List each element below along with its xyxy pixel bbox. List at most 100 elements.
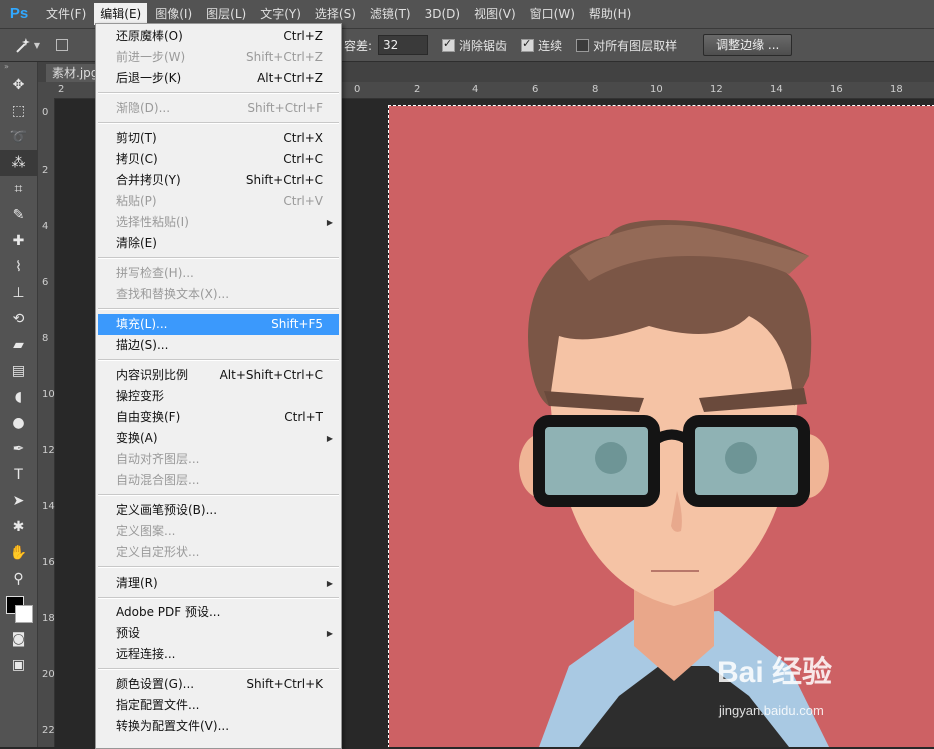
brush-tool-icon[interactable]: ⌇ bbox=[0, 254, 37, 280]
gradient-tool-icon[interactable]: ▤ bbox=[0, 358, 37, 384]
menu-item-purge[interactable]: 清理(R) ▶ bbox=[96, 573, 341, 594]
contiguous-label: 连续 bbox=[538, 38, 563, 53]
menu-image[interactable]: 图像(I) bbox=[149, 3, 198, 25]
dodge-tool-icon[interactable]: ● bbox=[0, 410, 37, 436]
menu-separator bbox=[98, 566, 339, 568]
ruler-label: 18 bbox=[890, 84, 903, 95]
color-swatches[interactable] bbox=[0, 592, 37, 626]
eraser-tool-icon[interactable]: ▰ bbox=[0, 332, 37, 358]
menu-view[interactable]: 视图(V) bbox=[468, 3, 522, 25]
ruler-label: 12 bbox=[710, 84, 723, 95]
ruler-label: 14 bbox=[770, 84, 783, 95]
pen-tool-icon[interactable]: ✒ bbox=[0, 436, 37, 462]
menu-select[interactable]: 选择(S) bbox=[309, 3, 362, 25]
menu-item-auto-blend-layers[interactable]: 自动混合图层... bbox=[96, 470, 341, 491]
menu-item-fade[interactable]: 渐隐(D)... Shift+Ctrl+F bbox=[96, 98, 341, 119]
tolerance-input[interactable]: 32 bbox=[378, 35, 429, 55]
ruler-label: 16 bbox=[42, 557, 55, 568]
healing-brush-tool-icon[interactable]: ✚ bbox=[0, 228, 37, 254]
ruler-label: 2 bbox=[58, 84, 65, 95]
ruler-label: 4 bbox=[42, 221, 49, 232]
menu-file[interactable]: 文件(F) bbox=[40, 3, 92, 25]
lasso-tool-icon[interactable]: ➰ bbox=[0, 124, 37, 150]
menu-separator bbox=[98, 494, 339, 496]
eyedropper-tool-icon[interactable]: ✎ bbox=[0, 202, 37, 228]
shape-tool-icon[interactable]: ✱ bbox=[0, 514, 37, 540]
ruler-label: 2 bbox=[414, 84, 421, 95]
menu-item-find-replace-text[interactable]: 查找和替换文本(X)... bbox=[96, 284, 341, 305]
zoom-tool-icon[interactable]: ⚲ bbox=[0, 566, 37, 592]
new-selection-icon[interactable] bbox=[56, 39, 68, 51]
sample-all-layers-checkbox[interactable] bbox=[576, 38, 590, 52]
panel-grip-icon[interactable]: » bbox=[0, 62, 37, 72]
antialias-checkbox[interactable] bbox=[442, 37, 456, 52]
menu-item-step-backward[interactable]: 后退一步(K) Alt+Ctrl+Z bbox=[96, 68, 341, 89]
screen-mode-icon[interactable]: ▣ bbox=[0, 652, 37, 678]
menu-3d[interactable]: 3D(D) bbox=[419, 3, 466, 25]
menu-item-content-aware-scale[interactable]: 内容识别比例 Alt+Shift+Ctrl+C bbox=[96, 365, 341, 386]
sample-all-layers-label: 对所有图层取样 bbox=[593, 38, 678, 53]
menu-item-adobe-pdf-presets[interactable]: Adobe PDF 预设... bbox=[96, 602, 341, 623]
menu-item-transform[interactable]: 变换(A) ▶ bbox=[96, 428, 341, 449]
baidu-jingyan-watermark: Bai 经验 jingyan.baidu.com bbox=[715, 645, 925, 725]
clone-stamp-tool-icon[interactable]: ⊥ bbox=[0, 280, 37, 306]
watermark-brand: Bai 经验 bbox=[717, 656, 833, 689]
type-tool-icon[interactable]: T bbox=[0, 462, 37, 488]
menu-separator bbox=[98, 308, 339, 310]
background-color-swatch[interactable] bbox=[15, 605, 33, 623]
contiguous-checkbox[interactable] bbox=[521, 37, 535, 52]
crop-tool-icon[interactable]: ⌗ bbox=[0, 176, 37, 202]
menu-separator bbox=[98, 668, 339, 670]
ruler-label: 0 bbox=[354, 84, 361, 95]
magic-wand-tool-preset[interactable]: ▼ bbox=[14, 32, 40, 58]
menu-item-cut[interactable]: 剪切(T) Ctrl+X bbox=[96, 128, 341, 149]
menu-edit[interactable]: 编辑(E) bbox=[94, 3, 148, 25]
menu-item-define-brush-preset[interactable]: 定义画笔预设(B)... bbox=[96, 500, 341, 521]
menu-layer[interactable]: 图层(L) bbox=[200, 3, 252, 25]
tools-panel: » ✥ ⬚ ➰ ⁂ ⌗ ✎ ✚ ⌇ ⊥ ⟲ ▰ ▤ ◖ ● ✒ T ➤ ✱ ✋ … bbox=[0, 62, 38, 747]
menu-help[interactable]: 帮助(H) bbox=[583, 3, 637, 25]
tolerance-label: 容差: bbox=[344, 38, 373, 53]
ruler-label: 14 bbox=[42, 501, 55, 512]
menu-item-presets[interactable]: 预设 ▶ bbox=[96, 623, 341, 644]
menu-item-convert-to-profile[interactable]: 转换为配置文件(V)... bbox=[96, 716, 341, 737]
path-selection-tool-icon[interactable]: ➤ bbox=[0, 488, 37, 514]
menu-item-fill[interactable]: 填充(L)... Shift+F5 bbox=[98, 314, 339, 335]
ruler-label: 8 bbox=[592, 84, 599, 95]
menu-item-stroke[interactable]: 描边(S)... bbox=[96, 335, 341, 356]
menu-item-free-transform[interactable]: 自由变换(F) Ctrl+T bbox=[96, 407, 341, 428]
menu-item-copy-merged[interactable]: 合并拷贝(Y) Shift+Ctrl+C bbox=[96, 170, 341, 191]
refine-edge-button[interactable]: 调整边缘 ... bbox=[703, 34, 793, 56]
menu-item-copy[interactable]: 拷贝(C) Ctrl+C bbox=[96, 149, 341, 170]
edit-menu-dropdown: 还原魔棒(O) Ctrl+Z 前进一步(W) Shift+Ctrl+Z 后退一步(K… bbox=[95, 23, 342, 749]
marquee-tool-icon[interactable]: ⬚ bbox=[0, 98, 37, 124]
menu-item-step-forward[interactable]: 前进一步(W) Shift+Ctrl+Z bbox=[96, 47, 341, 68]
menu-item-paste-special[interactable]: 选择性粘贴(I) ▶ bbox=[96, 212, 341, 233]
menu-item-puppet-warp[interactable]: 操控变形 bbox=[96, 386, 341, 407]
menu-window[interactable]: 窗口(W) bbox=[524, 3, 581, 25]
ruler-label: 20 bbox=[42, 669, 55, 680]
magic-wand-icon bbox=[16, 38, 30, 53]
menu-separator bbox=[98, 257, 339, 259]
menu-item-undo[interactable]: 还原魔棒(O) Ctrl+Z bbox=[96, 26, 341, 47]
magic-wand-tool-icon[interactable]: ⁂ bbox=[0, 150, 37, 176]
quick-mask-icon[interactable]: ◙ bbox=[0, 626, 37, 652]
history-brush-tool-icon[interactable]: ⟲ bbox=[0, 306, 37, 332]
ruler-vertical[interactable]: 0 2 4 6 8 10 12 14 16 18 20 22 bbox=[38, 98, 55, 747]
ruler-label: 6 bbox=[42, 277, 49, 288]
blur-tool-icon[interactable]: ◖ bbox=[0, 384, 37, 410]
menu-item-clear[interactable]: 清除(E) bbox=[96, 233, 341, 254]
menu-item-paste[interactable]: 粘贴(P) Ctrl+V bbox=[96, 191, 341, 212]
menu-item-check-spelling[interactable]: 拼写检查(H)... bbox=[96, 263, 341, 284]
menu-item-define-pattern[interactable]: 定义图案... bbox=[96, 521, 341, 542]
menu-item-auto-align-layers[interactable]: 自动对齐图层... bbox=[96, 449, 341, 470]
menu-filter[interactable]: 滤镜(T) bbox=[364, 3, 417, 25]
hand-tool-icon[interactable]: ✋ bbox=[0, 540, 37, 566]
menu-item-remote-connections[interactable]: 远程连接... bbox=[96, 644, 341, 665]
move-tool-icon[interactable]: ✥ bbox=[0, 72, 37, 98]
menu-item-color-settings[interactable]: 颜色设置(G)... Shift+Ctrl+K bbox=[96, 674, 341, 695]
menu-type[interactable]: 文字(Y) bbox=[254, 3, 307, 25]
submenu-arrow-icon: ▶ bbox=[326, 434, 333, 443]
menu-item-define-custom-shape[interactable]: 定义自定形状... bbox=[96, 542, 341, 563]
menu-item-assign-profile[interactable]: 指定配置文件... bbox=[96, 695, 341, 716]
